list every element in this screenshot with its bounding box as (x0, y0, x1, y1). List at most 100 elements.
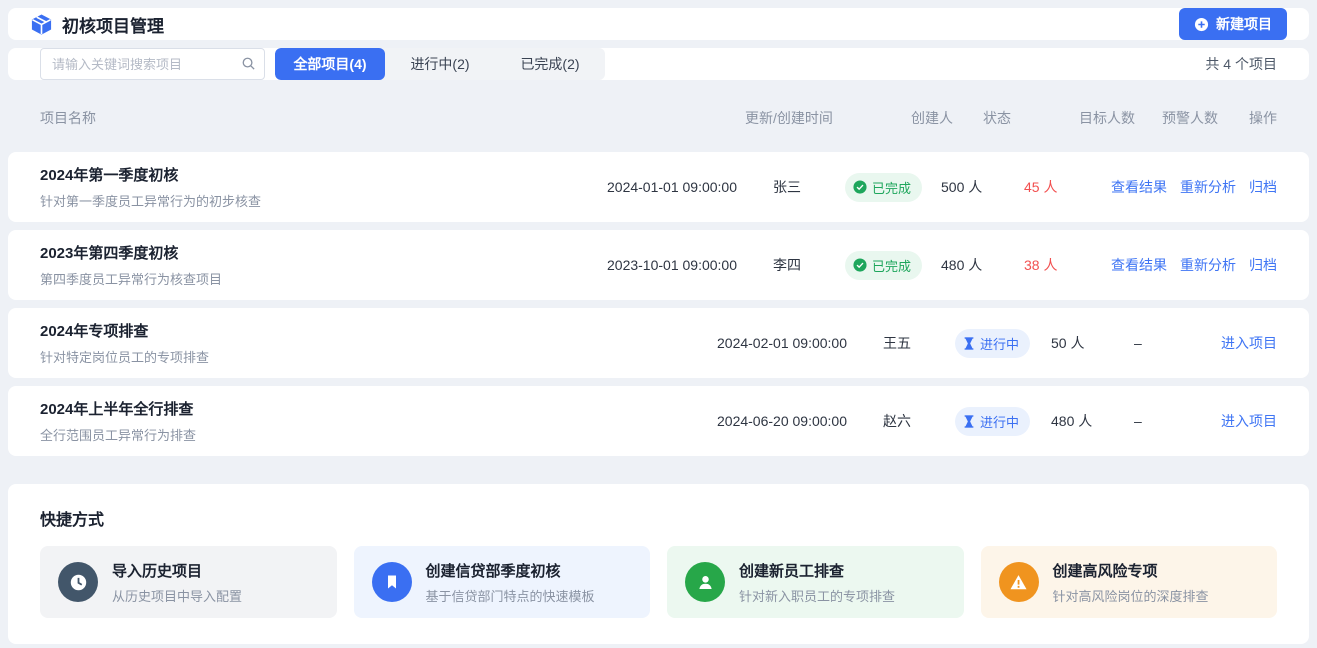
shortcut-text: 导入历史项目 从历史项目中导入配置 (112, 560, 242, 605)
project-time: 2023-10-01 09:00:00 (607, 257, 773, 273)
project-name-cell: 2024年专项排查 针对特定岗位员工的专项排查 (40, 320, 717, 366)
status-badge: 已完成 (845, 251, 922, 280)
project-name-cell: 2024年上半年全行排查 全行范围员工异常行为排查 (40, 398, 717, 444)
shortcut-title: 导入历史项目 (112, 560, 242, 581)
page-title: 初核项目管理 (62, 12, 164, 37)
warning-icon (999, 562, 1039, 602)
check-circle-icon (853, 180, 867, 194)
column-header-warning: 预警人数 (1162, 108, 1249, 128)
column-header-target: 目标人数 (1079, 108, 1162, 128)
table-row: 2024年第一季度初核 针对第一季度员工异常行为的初步核查 2024-01-01… (8, 152, 1309, 222)
row-action-link[interactable]: 重新分析 (1180, 177, 1236, 197)
new-project-button[interactable]: 新建项目 (1179, 8, 1287, 40)
project-creator: 赵六 (883, 411, 955, 431)
search-icon (241, 56, 256, 71)
project-time: 2024-06-20 09:00:00 (717, 413, 883, 429)
plus-circle-icon (1194, 17, 1209, 32)
warning-count: – (1134, 335, 1221, 351)
shortcut-card[interactable]: 创建新员工排查 针对新入职员工的专项排查 (667, 546, 964, 618)
shortcut-description: 针对新入职员工的专项排查 (739, 586, 895, 605)
project-title: 2023年第四季度初核 (40, 242, 607, 263)
shortcut-text: 创建信贷部季度初核 基于信贷部门特点的快速模板 (426, 560, 595, 605)
page-header: 初核项目管理 新建项目 (8, 8, 1309, 40)
shortcut-description: 针对高风险岗位的深度排查 (1053, 586, 1209, 605)
table-row: 2023年第四季度初核 第四季度员工异常行为核查项目 2023-10-01 09… (8, 230, 1309, 300)
table-row: 2024年上半年全行排查 全行范围员工异常行为排查 2024-06-20 09:… (8, 386, 1309, 456)
search-input[interactable] (40, 48, 265, 80)
row-actions: 进入项目 (1221, 411, 1277, 431)
project-count: 共 4 个项目 (1205, 54, 1277, 74)
hourglass-icon (963, 415, 975, 428)
project-status-cell: 已完成 (845, 173, 941, 202)
clock-icon (58, 562, 98, 602)
shortcut-title: 创建新员工排查 (739, 560, 895, 581)
shortcut-card[interactable]: 创建高风险专项 针对高风险岗位的深度排查 (981, 546, 1278, 618)
column-header-name: 项目名称 (40, 108, 745, 128)
project-status-cell: 进行中 (955, 407, 1051, 436)
project-filter-tabs: 全部项目(4) 进行中(2) 已完成(2) (275, 48, 605, 80)
project-title: 2024年上半年全行排查 (40, 398, 717, 419)
toolbar: 全部项目(4) 进行中(2) 已完成(2) 共 4 个项目 (8, 48, 1309, 80)
project-creator: 张三 (773, 177, 845, 197)
column-header-time: 更新/创建时间 (745, 108, 911, 128)
project-time: 2024-01-01 09:00:00 (607, 179, 773, 195)
project-name-cell: 2024年第一季度初核 针对第一季度员工异常行为的初步核查 (40, 164, 607, 210)
project-title: 2024年专项排查 (40, 320, 717, 341)
project-rows: 2024年第一季度初核 针对第一季度员工异常行为的初步核查 2024-01-01… (8, 152, 1309, 456)
shortcut-description: 基于信贷部门特点的快速模板 (426, 586, 595, 605)
shortcut-grid: 导入历史项目 从历史项目中导入配置 创建信贷部季度初核 基于信 (40, 546, 1277, 618)
tab-in-progress[interactable]: 进行中(2) (385, 48, 495, 80)
row-action-link[interactable]: 查看结果 (1111, 255, 1167, 275)
cube-icon (30, 13, 53, 36)
tab-all-projects[interactable]: 全部项目(4) (275, 48, 385, 80)
row-action-link[interactable]: 进入项目 (1221, 333, 1277, 353)
project-creator: 李四 (773, 255, 845, 275)
new-project-button-label: 新建项目 (1216, 14, 1272, 34)
row-action-link[interactable]: 重新分析 (1180, 255, 1236, 275)
project-description: 针对第一季度员工异常行为的初步核查 (40, 191, 607, 210)
status-label: 已完成 (872, 256, 911, 275)
row-actions: 进入项目 (1221, 333, 1277, 353)
project-creator: 王五 (883, 333, 955, 353)
column-header-actions: 操作 (1249, 108, 1277, 128)
row-action-link[interactable]: 进入项目 (1221, 411, 1277, 431)
row-action-link[interactable]: 归档 (1249, 177, 1277, 197)
target-count: 480 人 (1051, 411, 1134, 431)
status-badge: 已完成 (845, 173, 922, 202)
shortcut-description: 从历史项目中导入配置 (112, 586, 242, 605)
table-row: 2024年专项排查 针对特定岗位员工的专项排查 2024-02-01 09:00… (8, 308, 1309, 378)
row-action-link[interactable]: 归档 (1249, 255, 1277, 275)
bookmark-icon (372, 562, 412, 602)
row-actions: 查看结果重新分析归档 (1111, 177, 1277, 197)
shortcut-title: 创建信贷部季度初核 (426, 560, 595, 581)
warning-count: 38 人 (1024, 255, 1111, 275)
shortcut-title: 创建高风险专项 (1053, 560, 1209, 581)
column-header-creator: 创建人 (911, 108, 983, 128)
shortcut-card[interactable]: 创建信贷部季度初核 基于信贷部门特点的快速模板 (354, 546, 651, 618)
status-label: 进行中 (980, 412, 1019, 431)
project-status-cell: 进行中 (955, 329, 1051, 358)
status-badge: 进行中 (955, 407, 1030, 436)
project-name-cell: 2023年第四季度初核 第四季度员工异常行为核查项目 (40, 242, 607, 288)
shortcuts-section: 快捷方式 导入历史项目 从历史项目中导入配置 (8, 484, 1309, 644)
shortcut-text: 创建新员工排查 针对新入职员工的专项排查 (739, 560, 895, 605)
project-status-cell: 已完成 (845, 251, 941, 280)
row-action-link[interactable]: 查看结果 (1111, 177, 1167, 197)
row-actions: 查看结果重新分析归档 (1111, 255, 1277, 275)
project-time: 2024-02-01 09:00:00 (717, 335, 883, 351)
status-label: 已完成 (872, 178, 911, 197)
user-icon (685, 562, 725, 602)
target-count: 480 人 (941, 255, 1024, 275)
warning-count: – (1134, 413, 1221, 429)
shortcut-card[interactable]: 导入历史项目 从历史项目中导入配置 (40, 546, 337, 618)
target-count: 50 人 (1051, 333, 1134, 353)
project-description: 第四季度员工异常行为核查项目 (40, 269, 607, 288)
tab-completed[interactable]: 已完成(2) (495, 48, 605, 80)
shortcuts-title: 快捷方式 (40, 506, 1277, 530)
hourglass-icon (963, 337, 975, 350)
shortcut-text: 创建高风险专项 针对高风险岗位的深度排查 (1053, 560, 1209, 605)
warning-count: 45 人 (1024, 177, 1111, 197)
search-box (40, 48, 265, 80)
check-circle-icon (853, 258, 867, 272)
project-title: 2024年第一季度初核 (40, 164, 607, 185)
